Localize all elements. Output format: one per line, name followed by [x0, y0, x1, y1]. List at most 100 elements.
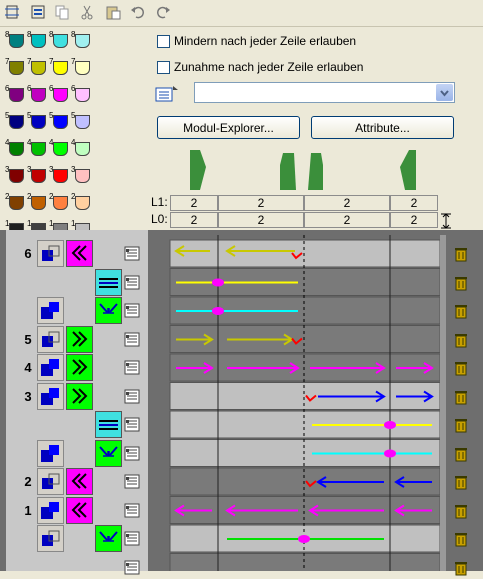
- trash-icon[interactable]: [454, 474, 468, 490]
- transfer-icon[interactable]: [95, 411, 122, 438]
- transfer-icon[interactable]: [95, 268, 122, 296]
- racking-icon[interactable]: [95, 439, 122, 467]
- dropdown-arrow-icon[interactable]: [436, 84, 453, 101]
- color-swatch[interactable]: [9, 142, 24, 156]
- racking-icon[interactable]: [95, 525, 122, 552]
- header-cell[interactable]: 2: [170, 212, 218, 228]
- row-settings-icon[interactable]: [124, 474, 140, 489]
- color-swatch[interactable]: [31, 196, 46, 210]
- row-settings-icon[interactable]: [124, 246, 140, 261]
- row-settings-icon[interactable]: [124, 275, 140, 290]
- chevron-left-icon[interactable]: [66, 496, 93, 524]
- row-number: 5: [24, 331, 32, 347]
- height-resize-icon[interactable]: [440, 213, 452, 229]
- toolbar: [0, 0, 483, 26]
- header-cell[interactable]: 2: [218, 195, 304, 211]
- color-swatch[interactable]: [31, 115, 46, 129]
- trash-icon[interactable]: [454, 417, 468, 433]
- row-settings-icon[interactable]: [124, 360, 140, 375]
- color-swatch[interactable]: [31, 61, 46, 75]
- module-combobox[interactable]: [194, 82, 455, 103]
- color-swatch[interactable]: [75, 115, 90, 129]
- redo-icon[interactable]: [154, 3, 172, 21]
- color-swatch[interactable]: [53, 196, 68, 210]
- color-swatch[interactable]: [53, 115, 68, 129]
- trash-icon[interactable]: [454, 275, 468, 291]
- trash-icon[interactable]: [454, 446, 468, 462]
- color-swatch[interactable]: [53, 61, 68, 75]
- color-swatch[interactable]: [75, 61, 90, 75]
- color-swatch[interactable]: [9, 61, 24, 75]
- chevron-right-icon[interactable]: [66, 354, 93, 381]
- row-settings-icon[interactable]: [124, 303, 140, 318]
- row-settings-icon[interactable]: [124, 417, 140, 432]
- color-swatch[interactable]: [75, 88, 90, 102]
- color-swatch[interactable]: [31, 88, 46, 102]
- carriage-direction-icon[interactable]: [37, 496, 64, 524]
- carriage-direction-icon[interactable]: [37, 382, 64, 410]
- color-swatch[interactable]: [31, 34, 46, 48]
- module-list-icon[interactable]: [155, 84, 179, 104]
- trash-icon[interactable]: [454, 531, 468, 547]
- color-swatch[interactable]: [31, 169, 46, 183]
- carriage-direction-icon[interactable]: [37, 468, 64, 495]
- carriage-direction-icon[interactable]: [37, 525, 64, 552]
- carriage-direction-icon[interactable]: [37, 297, 64, 324]
- mindern-label: Mindern nach jeder Zeile erlauben: [174, 34, 357, 48]
- color-swatch[interactable]: [31, 142, 46, 156]
- color-swatch[interactable]: [9, 115, 24, 129]
- row-settings-icon[interactable]: [124, 332, 140, 347]
- header-cell[interactable]: 2: [390, 195, 438, 211]
- carriage-direction-icon[interactable]: [37, 240, 64, 267]
- row-settings-icon[interactable]: [124, 560, 140, 575]
- mindern-checkbox[interactable]: [157, 35, 170, 48]
- cut-icon[interactable]: [78, 3, 96, 21]
- trash-icon[interactable]: [454, 389, 468, 405]
- color-swatch[interactable]: [53, 88, 68, 102]
- color-swatch[interactable]: [9, 34, 24, 48]
- carriage-direction-icon[interactable]: [37, 439, 64, 467]
- row-settings-icon[interactable]: [124, 503, 140, 518]
- trash-icon[interactable]: [454, 246, 468, 262]
- color-swatch[interactable]: [75, 142, 90, 156]
- trash-icon[interactable]: [454, 360, 468, 376]
- color-swatch[interactable]: [9, 88, 24, 102]
- color-swatch[interactable]: [53, 142, 68, 156]
- header-cell[interactable]: 2: [218, 212, 304, 228]
- chevron-left-icon[interactable]: [66, 468, 93, 495]
- trash-icon[interactable]: [454, 332, 468, 348]
- carriage-direction-icon[interactable]: [37, 325, 64, 353]
- color-swatch[interactable]: [75, 196, 90, 210]
- row-settings-icon[interactable]: [124, 531, 140, 546]
- copy-icon[interactable]: [53, 3, 71, 21]
- color-swatch[interactable]: [9, 169, 24, 183]
- color-swatch[interactable]: [53, 169, 68, 183]
- trash-icon[interactable]: [454, 560, 468, 576]
- header-cell[interactable]: 2: [170, 195, 218, 211]
- color-swatch[interactable]: [9, 196, 24, 210]
- trash-icon[interactable]: [454, 303, 468, 319]
- header-cell[interactable]: 2: [304, 212, 390, 228]
- chevron-right-icon[interactable]: [66, 325, 93, 353]
- row-settings-icon[interactable]: [124, 389, 140, 404]
- distribute-icon[interactable]: [3, 3, 21, 21]
- header-cell[interactable]: 2: [390, 212, 438, 228]
- color-swatch[interactable]: [75, 169, 90, 183]
- racking-icon[interactable]: [95, 297, 122, 324]
- row-settings-icon[interactable]: [124, 446, 140, 461]
- chevron-left-icon[interactable]: [66, 240, 93, 267]
- undo-icon[interactable]: [129, 3, 147, 21]
- header-cell[interactable]: 2: [304, 195, 390, 211]
- color-swatch[interactable]: [75, 34, 90, 48]
- l0-label: L0:: [151, 212, 168, 226]
- attribute-button[interactable]: Attribute...: [311, 116, 454, 139]
- modul-explorer-button[interactable]: Modul-Explorer...: [157, 116, 300, 139]
- align-icon[interactable]: [29, 3, 47, 21]
- carriage-direction-icon[interactable]: [37, 354, 64, 381]
- stitch-dot: [384, 449, 396, 458]
- chevron-right-icon[interactable]: [66, 382, 93, 410]
- zunahme-checkbox[interactable]: [157, 61, 170, 74]
- trash-icon[interactable]: [454, 503, 468, 519]
- color-swatch[interactable]: [53, 34, 68, 48]
- paste-icon[interactable]: [104, 3, 122, 21]
